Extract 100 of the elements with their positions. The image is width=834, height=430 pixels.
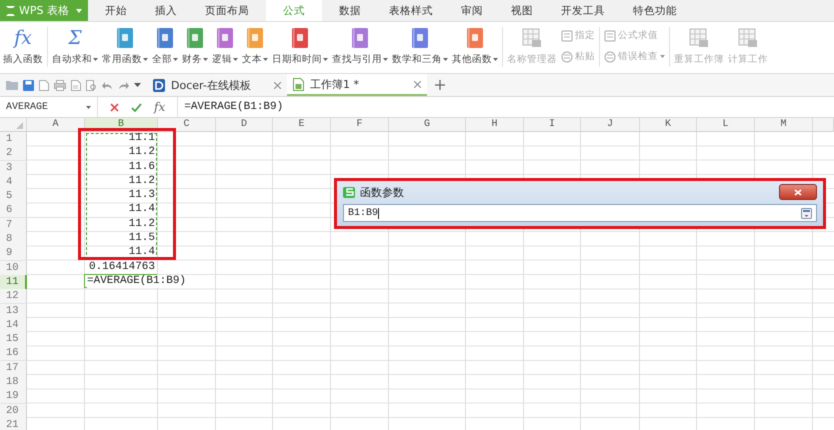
column-header[interactable]: I [524, 118, 581, 132]
column-header[interactable]: L [697, 118, 755, 132]
table-cell: 11.6 [128, 160, 155, 173]
menu-tab[interactable]: 开始 [94, 0, 138, 21]
column-header[interactable]: H [466, 118, 524, 132]
column-header[interactable]: G [389, 118, 466, 132]
menu-tab[interactable]: 页面布局 [194, 0, 260, 21]
row-header[interactable]: 12 [0, 289, 27, 304]
cell-name: AVERAGE [6, 102, 48, 112]
menu-tab[interactable]: 插入 [144, 0, 188, 21]
ribbon-button[interactable]: fx 插入函数 [1, 25, 45, 73]
close-icon[interactable] [414, 80, 421, 88]
row-header[interactable]: 11 [0, 274, 27, 290]
row-header[interactable]: 14 [0, 318, 27, 333]
ribbon-button[interactable]: 其他函数 [450, 25, 500, 73]
table-cell: 11.4 [128, 246, 155, 258]
row-header[interactable]: 13 [0, 304, 27, 319]
save-icon[interactable] [23, 80, 34, 90]
add-tab-icon[interactable] [435, 80, 445, 90]
cancel-icon[interactable] [110, 102, 119, 112]
row-header[interactable]: 9 [0, 246, 27, 262]
row-header[interactable]: 15 [0, 332, 27, 348]
docer-logo-icon [153, 78, 165, 92]
expand-icon[interactable] [801, 208, 812, 218]
ribbon-button[interactable]: 常用函数 [100, 25, 150, 73]
tool-icon [604, 30, 616, 42]
app-icon [343, 186, 355, 198]
column-header[interactable]: M [755, 118, 813, 132]
row-header[interactable]: 20 [0, 404, 27, 419]
row-header[interactable]: 5 [0, 189, 27, 204]
table-cell: 11.4 [128, 203, 155, 216]
row-header[interactable]: 3 [0, 160, 27, 176]
undo-icon[interactable] [102, 80, 113, 90]
ribbon-button[interactable]: Σ 自动求和 [50, 25, 100, 73]
caret-icon[interactable] [134, 83, 141, 87]
check-icon[interactable] [131, 102, 142, 112]
printer-icon[interactable] [54, 80, 66, 90]
ribbon-button[interactable]: 查找与引用 [330, 25, 390, 73]
sheet-icon [689, 28, 709, 48]
ribbon-button[interactable]: 全部 [150, 25, 180, 73]
menu-tab[interactable]: 数据 [328, 0, 372, 21]
select-all-button[interactable] [0, 118, 27, 132]
row-header[interactable]: 16 [0, 346, 27, 362]
menu-tab[interactable]: 特色功能 [622, 0, 688, 21]
folder-icon[interactable] [6, 80, 18, 90]
document-tab[interactable]: 工作簿1 * [287, 74, 427, 96]
caret-icon [86, 106, 91, 108]
app-name: WPS 表格 [19, 3, 69, 18]
row-header[interactable]: 1 [0, 132, 27, 147]
document-icon[interactable] [39, 80, 49, 90]
function-icon: Σ [68, 28, 82, 48]
column-header[interactable]: D [216, 118, 273, 132]
column-header[interactable]: K [640, 118, 697, 132]
table-cell: 11.2 [128, 146, 155, 158]
column-header[interactable]: J [581, 118, 640, 132]
row-header[interactable]: 6 [0, 203, 27, 218]
row-header[interactable]: 2 [0, 146, 27, 162]
tab-title: 工作簿1 * [310, 76, 359, 92]
ribbon-button[interactable]: 逻辑 [210, 25, 240, 73]
ribbon-button[interactable]: 日期和时间 [270, 25, 330, 73]
column-header[interactable]: F [331, 118, 389, 132]
ribbon-button[interactable]: 数学和三角 [390, 25, 450, 73]
column-header[interactable]: E [273, 118, 331, 132]
redo-icon[interactable] [118, 80, 129, 90]
close-icon [794, 188, 802, 196]
row-header[interactable]: 7 [0, 218, 27, 233]
ribbon-button[interactable]: 财务 [180, 25, 210, 73]
menu-tab[interactable]: 公式 [266, 0, 322, 21]
formula-input[interactable]: =AVERAGE(B1:B9) [177, 97, 834, 117]
row-header[interactable]: 10 [0, 260, 27, 276]
function-icon: fx [14, 28, 32, 48]
table-cell: 11.2 [128, 174, 155, 187]
preview-icon[interactable] [86, 80, 97, 90]
row-header[interactable]: 8 [0, 232, 27, 248]
row-header[interactable]: 4 [0, 174, 27, 190]
close-button[interactable] [779, 184, 817, 200]
tool-icon [561, 50, 573, 62]
caret-icon [76, 8, 82, 12]
insert-function-button[interactable]: fx [150, 100, 170, 114]
menu-tab[interactable]: 开发工具 [550, 0, 616, 21]
ribbon-button[interactable]: 文本 [240, 25, 270, 73]
name-box[interactable]: AVERAGE [0, 97, 98, 117]
logo-icon [6, 6, 15, 16]
column-header[interactable]: C [158, 118, 216, 132]
close-icon[interactable] [274, 82, 281, 88]
cell-formula[interactable]: =AVERAGE(B1:B9) [87, 274, 186, 288]
row-header[interactable]: 18 [0, 375, 27, 390]
row-header[interactable]: 21 [0, 418, 27, 430]
menu-tab[interactable]: 审阅 [450, 0, 494, 21]
table-cell: 0.16414763 [88, 260, 155, 273]
menu-tab[interactable]: 表格样式 [378, 0, 444, 21]
dialog-title: 函数参数 [360, 184, 404, 200]
document-tab[interactable]: Docer-在线模板 [147, 74, 287, 96]
sheet-icon [522, 28, 542, 48]
row-header[interactable]: 17 [0, 360, 27, 376]
column-header[interactable]: A [27, 118, 85, 132]
row-header[interactable]: 19 [0, 389, 27, 404]
menu-tab[interactable]: 视图 [500, 0, 544, 21]
range-input[interactable]: B1:B9 [343, 204, 817, 222]
document-icon[interactable] [71, 80, 81, 90]
